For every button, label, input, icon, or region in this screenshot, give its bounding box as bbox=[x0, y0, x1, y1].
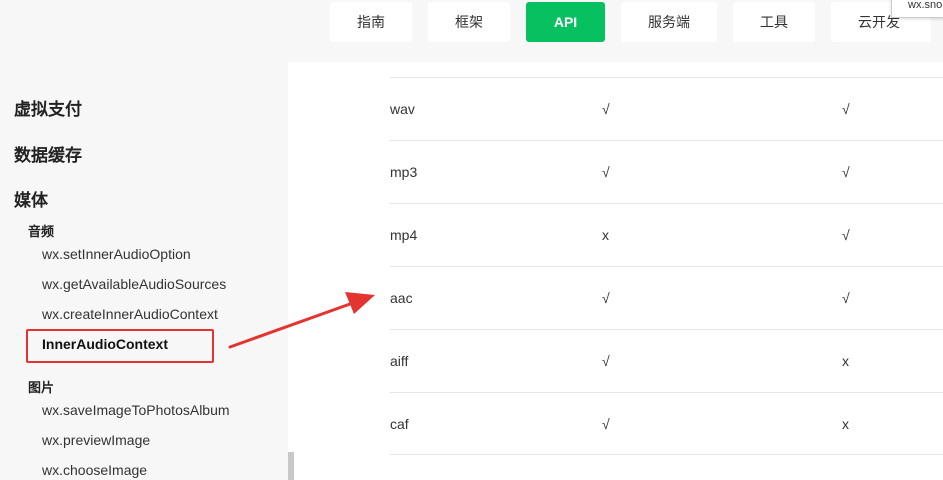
sidebar-subcategory-image[interactable]: 图片 bbox=[28, 377, 54, 396]
ios-support-cell: √ bbox=[602, 290, 610, 306]
format-cell: wav bbox=[390, 101, 415, 117]
format-cell: mp4 bbox=[390, 227, 418, 243]
nav-tab-server[interactable]: 服务端 bbox=[621, 2, 717, 42]
tooltip: wx.sno bbox=[891, 0, 943, 18]
nav-tab-guide[interactable]: 指南 bbox=[330, 2, 412, 42]
table-row: mp3 √ √ bbox=[390, 140, 943, 203]
nav-tab-framework[interactable]: 框架 bbox=[428, 2, 510, 42]
sidebar: 虚拟支付 数据缓存 媒体 音频 wx.setInnerAudioOption w… bbox=[0, 62, 288, 480]
format-cell: mp3 bbox=[390, 164, 418, 180]
android-support-cell: x bbox=[842, 416, 849, 432]
ios-support-cell: x bbox=[602, 227, 609, 243]
format-cell: aiff bbox=[390, 353, 409, 369]
sidebar-category-virtual-payment[interactable]: 虚拟支付 bbox=[14, 95, 82, 120]
sidebar-scrollbar-track[interactable] bbox=[288, 62, 296, 480]
ios-support-cell: √ bbox=[602, 164, 610, 180]
ios-support-cell: √ bbox=[602, 101, 610, 117]
android-support-cell: √ bbox=[842, 164, 850, 180]
sidebar-item-choose-image[interactable]: wx.chooseImage bbox=[42, 462, 147, 478]
table-row: aac √ √ bbox=[390, 266, 943, 329]
sidebar-item-create-inner-audio-context[interactable]: wx.createInnerAudioContext bbox=[42, 306, 218, 322]
sidebar-item-set-inner-audio-option[interactable]: wx.setInnerAudioOption bbox=[42, 246, 191, 262]
android-support-cell: √ bbox=[842, 290, 850, 306]
table-row: aiff √ x bbox=[390, 329, 943, 392]
sidebar-category-media[interactable]: 媒体 bbox=[14, 186, 48, 211]
table-row: mp4 x √ bbox=[390, 203, 943, 266]
ios-support-cell: √ bbox=[602, 416, 610, 432]
sidebar-item-save-image-to-photos-album[interactable]: wx.saveImageToPhotosAlbum bbox=[42, 402, 230, 418]
top-nav: 指南 框架 API 服务端 工具 云开发 wx.sno bbox=[0, 0, 943, 62]
table-row: caf √ x bbox=[390, 392, 943, 455]
nav-tab-tools[interactable]: 工具 bbox=[733, 2, 815, 42]
ios-support-cell: √ bbox=[602, 353, 610, 369]
sidebar-item-preview-image[interactable]: wx.previewImage bbox=[42, 432, 150, 448]
format-cell: caf bbox=[390, 416, 409, 432]
nav-tab-api[interactable]: API bbox=[526, 2, 605, 42]
android-support-cell: √ bbox=[842, 101, 850, 117]
audio-format-table: wav √ √ mp3 √ √ mp4 x √ aac √ √ aiff √ x… bbox=[390, 77, 943, 455]
highlight-box bbox=[26, 329, 214, 363]
format-cell: aac bbox=[390, 290, 413, 306]
sidebar-category-data-cache[interactable]: 数据缓存 bbox=[14, 141, 82, 166]
android-support-cell: √ bbox=[842, 227, 850, 243]
sidebar-item-get-available-audio-sources[interactable]: wx.getAvailableAudioSources bbox=[42, 276, 226, 292]
sidebar-subcategory-audio[interactable]: 音频 bbox=[28, 221, 54, 240]
sidebar-scrollbar-thumb[interactable] bbox=[288, 452, 294, 480]
table-row: wav √ √ bbox=[390, 77, 943, 140]
android-support-cell: x bbox=[842, 353, 849, 369]
